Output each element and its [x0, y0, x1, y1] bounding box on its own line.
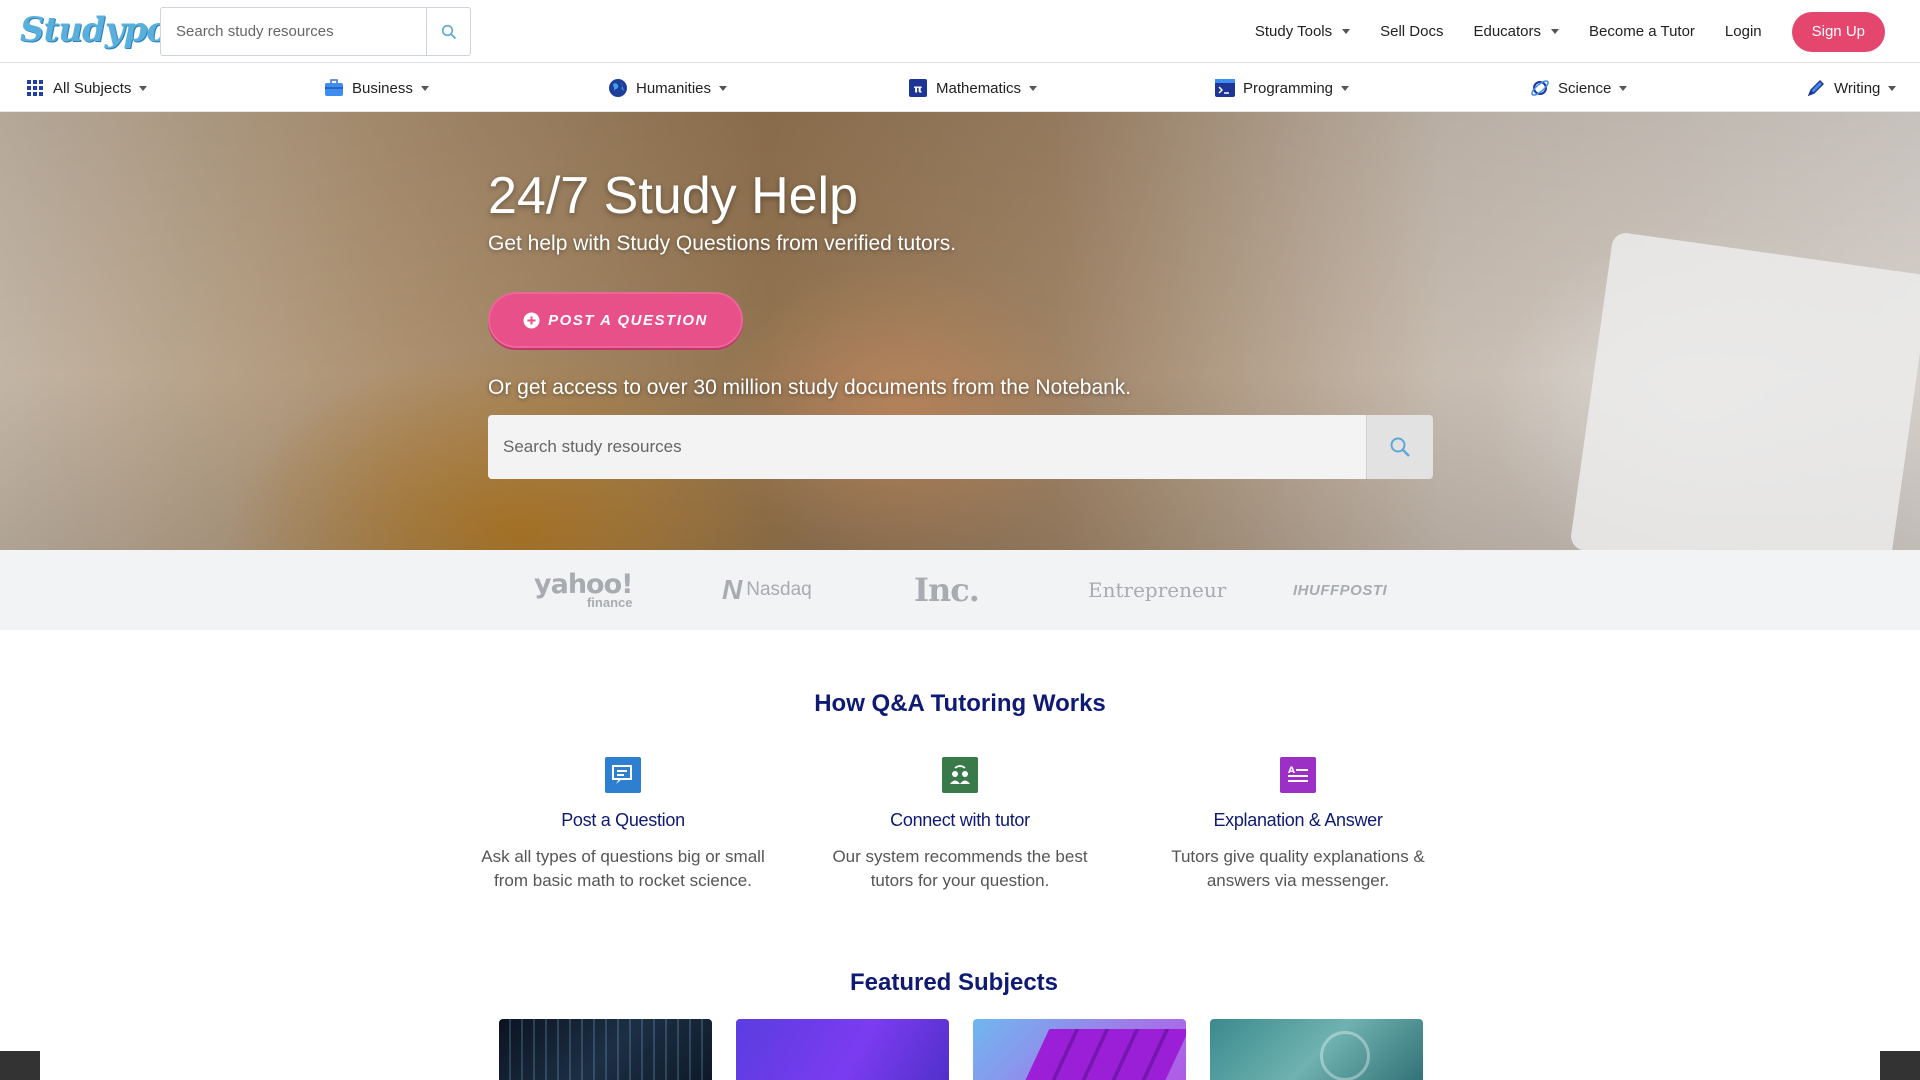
search-icon — [441, 24, 456, 39]
chevron-down-icon — [719, 85, 728, 91]
subject-business[interactable]: Business — [324, 64, 429, 112]
top-header: Studypool Study Tools Sell Docs Educator… — [0, 0, 1920, 63]
svg-text:π: π — [914, 83, 923, 96]
subject-all-subjects[interactable]: All Subjects — [25, 64, 148, 112]
chevron-down-icon — [1551, 29, 1560, 34]
carousel-next-button[interactable] — [1880, 1051, 1920, 1080]
hero-subtitle: Get help with Study Questions from verif… — [488, 232, 957, 255]
featured-subjects-title: Featured Subjects — [849, 969, 1059, 996]
chevron-down-icon — [1029, 85, 1038, 91]
chevron-down-icon — [1619, 85, 1628, 91]
planet-icon — [1530, 78, 1550, 98]
post-question-button[interactable]: POST A QUESTION — [488, 292, 743, 348]
hero-content: 24/7 Study Help Get help with Study Ques… — [488, 166, 1433, 479]
hero-title: 24/7 Study Help — [488, 167, 859, 225]
plus-circle-icon — [523, 312, 540, 328]
chevron-down-icon — [1341, 85, 1350, 91]
notebank-text: Or get access to over 30 million study d… — [488, 376, 1132, 399]
pen-icon — [1806, 78, 1826, 98]
step-connect-tutor: Connect with tutor Our system recommends… — [795, 757, 1125, 893]
nasdaq-logo: N Nasdaq — [722, 574, 812, 605]
hero-background-decoration — [1569, 231, 1920, 550]
study-tools-menu[interactable]: Study Tools — [1255, 23, 1351, 40]
featured-subjects-carousel — [0, 1019, 1920, 1080]
subject-navigation: All Subjects Business Humanities π Mathe… — [0, 64, 1920, 112]
chevron-down-icon — [420, 85, 429, 91]
chat-icon — [605, 757, 641, 793]
become-tutor-link[interactable]: Become a Tutor — [1589, 23, 1695, 40]
featured-subject-card[interactable] — [973, 1019, 1186, 1080]
hero-search — [488, 415, 1433, 479]
sign-up-button[interactable]: Sign Up — [1791, 11, 1885, 52]
featured-subject-card[interactable] — [499, 1019, 712, 1080]
subject-mathematics[interactable]: π Mathematics — [908, 64, 1038, 112]
subject-writing[interactable]: Writing — [1806, 64, 1897, 112]
subject-programming[interactable]: Programming — [1215, 64, 1350, 112]
tutor-icon — [942, 757, 978, 793]
subject-science[interactable]: Science — [1530, 64, 1628, 112]
subject-humanities[interactable]: Humanities — [608, 64, 728, 112]
grid-icon — [25, 78, 45, 98]
chevron-down-icon — [1888, 85, 1897, 91]
top-navigation: Study Tools Sell Docs Educators Become a… — [1255, 0, 1920, 63]
terminal-icon — [1215, 78, 1235, 98]
entrepreneur-logo: Entrepreneur — [1088, 578, 1227, 602]
chevron-down-icon — [1342, 29, 1351, 34]
header-search-button[interactable] — [426, 8, 470, 55]
chevron-down-icon — [139, 85, 148, 91]
yahoo-finance-logo: yahoo! finance — [534, 569, 633, 610]
nasdaq-mark-icon: N — [722, 574, 743, 605]
briefcase-icon — [324, 78, 344, 98]
educators-menu[interactable]: Educators — [1473, 23, 1560, 40]
inc-logo: Inc. — [914, 571, 980, 609]
sell-docs-link[interactable]: Sell Docs — [1380, 23, 1443, 40]
svg-text:A: A — [1288, 766, 1295, 776]
login-link[interactable]: Login — [1725, 23, 1762, 40]
hero-search-button[interactable] — [1366, 415, 1433, 479]
featured-subject-card[interactable] — [736, 1019, 949, 1080]
huffpost-logo: IHUFFPOSTI — [1293, 581, 1388, 599]
hero-search-input[interactable] — [488, 415, 1366, 479]
pi-icon: π — [908, 78, 928, 98]
how-it-works-title: How Q&A Tutoring Works — [814, 690, 1106, 717]
step-post-question: Post a Question Ask all types of questio… — [458, 757, 788, 893]
answer-icon: A — [1280, 757, 1316, 793]
press-logos: yahoo! finance N Nasdaq Inc. Entrepreneu… — [0, 550, 1920, 630]
search-icon — [1390, 437, 1410, 457]
step-explanation-answer: A Explanation & Answer Tutors give quali… — [1133, 757, 1463, 893]
header-search-input[interactable] — [161, 8, 426, 55]
featured-subject-card[interactable] — [1210, 1019, 1423, 1080]
header-search — [160, 7, 471, 56]
hero-section: 24/7 Study Help Get help with Study Ques… — [0, 112, 1920, 550]
globe-icon — [608, 78, 628, 98]
